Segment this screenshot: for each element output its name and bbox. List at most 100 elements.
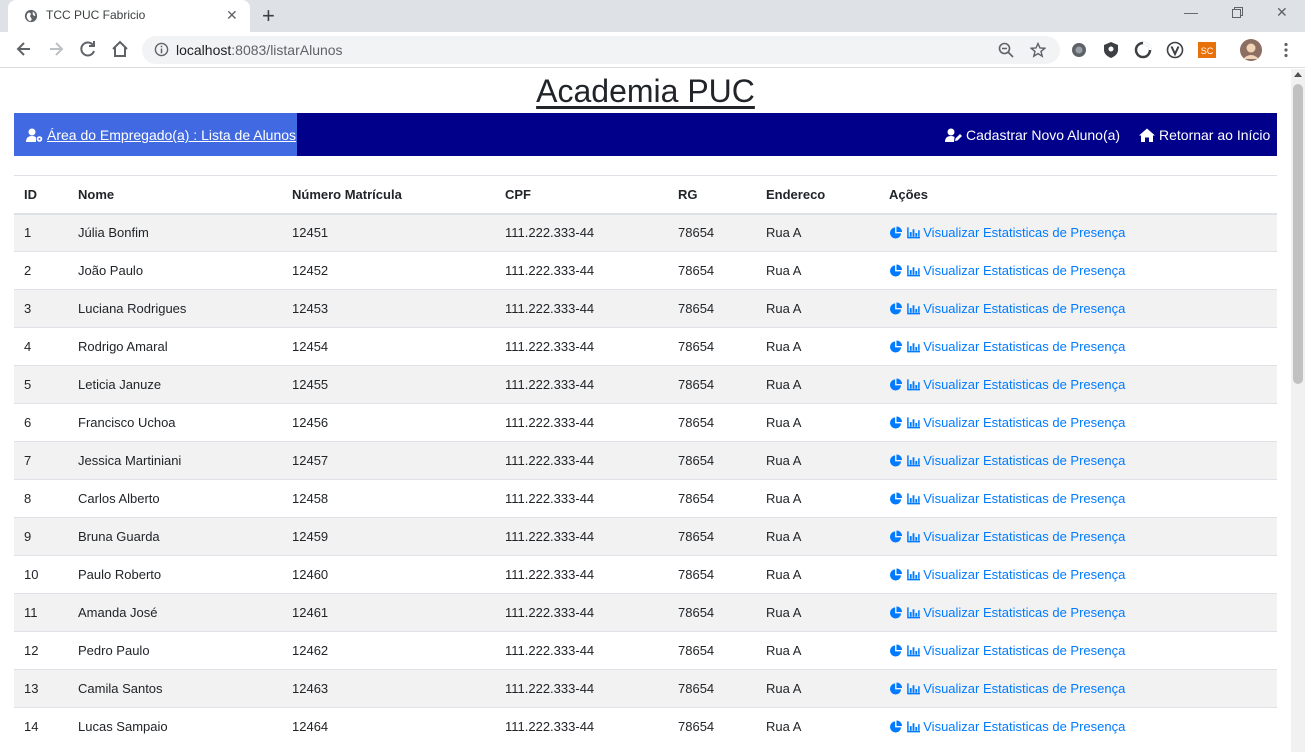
view-attendance-stats-link[interactable]: Visualizar Estatisticas de Presença: [889, 415, 1125, 430]
cell-rg: 78654: [668, 441, 756, 480]
cell-address: Rua A: [756, 593, 879, 632]
return-home-link[interactable]: Retornar ao Início: [1139, 127, 1270, 143]
view-attendance-stats-link[interactable]: Visualizar Estatisticas de Presença: [889, 681, 1125, 696]
employee-area-link[interactable]: Área do Empregado(a) : Lista de Alunos: [26, 127, 296, 143]
view-attendance-stats-link[interactable]: Visualizar Estatisticas de Presença: [889, 263, 1125, 278]
cell-address: Rua A: [756, 555, 879, 594]
cell-id: 9: [14, 517, 68, 556]
pie-chart-icon: [889, 530, 903, 543]
bar-chart-icon: [906, 645, 920, 657]
cell-cpf: 111.222.333-44: [495, 251, 668, 290]
bar-chart-icon: [906, 607, 920, 619]
main-navbar: Área do Empregado(a) : Lista de Alunos C…: [14, 113, 1277, 156]
cell-id: 13: [14, 669, 68, 708]
minimize-icon[interactable]: —: [1184, 4, 1198, 20]
scrollbar-thumb[interactable]: [1293, 84, 1303, 384]
cell-actions: Visualizar Estatisticas de Presença: [879, 479, 1277, 518]
view-attendance-stats-label: Visualizar Estatisticas de Presença: [923, 567, 1126, 582]
cell-actions: Visualizar Estatisticas de Presença: [879, 631, 1277, 670]
menu-dots-icon[interactable]: [1277, 41, 1295, 59]
restore-icon[interactable]: [1232, 7, 1243, 18]
cell-rg: 78654: [668, 289, 756, 328]
cell-name: Paulo Roberto: [68, 555, 282, 594]
cell-id: 1: [14, 213, 68, 252]
cell-registration: 12458: [282, 479, 495, 518]
cell-cpf: 111.222.333-44: [495, 289, 668, 328]
cell-actions: Visualizar Estatisticas de Presença: [879, 289, 1277, 328]
table-row: 12 Pedro Paulo 12462 111.222.333-44 78654 Rua…: [14, 631, 1277, 670]
view-attendance-stats-label: Visualizar Estatisticas de Presença: [923, 719, 1126, 735]
cell-id: 11: [14, 593, 68, 632]
zoom-out-icon[interactable]: [998, 42, 1014, 58]
page-scrollbar[interactable]: [1291, 69, 1305, 752]
view-attendance-stats-label: Visualizar Estatisticas de Presença: [923, 415, 1126, 430]
cell-name: João Paulo: [68, 251, 282, 290]
cell-name: Francisco Uchoa: [68, 403, 282, 442]
new-tab-icon[interactable]: +: [262, 3, 275, 29]
view-attendance-stats-label: Visualizar Estatisticas de Presença: [923, 225, 1126, 241]
forward-arrow-icon[interactable]: [46, 39, 66, 59]
view-attendance-stats-label: Visualizar Estatisticas de Presença: [923, 453, 1126, 468]
view-attendance-stats-link[interactable]: Visualizar Estatisticas de Presença: [889, 529, 1125, 544]
extension-circle-icon[interactable]: [1070, 41, 1088, 59]
cell-rg: 78654: [668, 213, 756, 252]
cell-name: Júlia Bonfim: [68, 213, 282, 252]
pie-chart-icon: [889, 682, 903, 695]
bar-chart-icon: [906, 455, 920, 467]
user-cog-icon: [26, 128, 43, 142]
view-attendance-stats-link[interactable]: Visualizar Estatisticas de Presença: [889, 301, 1125, 316]
view-attendance-stats-link[interactable]: Visualizar Estatisticas de Presença: [889, 453, 1125, 468]
bookmark-star-icon[interactable]: [1030, 42, 1046, 58]
view-attendance-stats-link[interactable]: Visualizar Estatisticas de Presença: [889, 339, 1125, 354]
cell-id: 2: [14, 251, 68, 290]
cell-name: Leticia Januze: [68, 365, 282, 404]
pie-chart-icon: [889, 226, 903, 239]
address-bar[interactable]: localhost:8083/listarAlunos: [142, 36, 1060, 64]
view-attendance-stats-link[interactable]: Visualizar Estatisticas de Presença: [889, 719, 1125, 734]
view-attendance-stats-link[interactable]: Visualizar Estatisticas de Presença: [889, 377, 1125, 392]
reload-icon[interactable]: [78, 39, 98, 59]
view-attendance-stats-link[interactable]: Visualizar Estatisticas de Presença: [889, 643, 1125, 658]
view-attendance-stats-link[interactable]: Visualizar Estatisticas de Presença: [889, 567, 1125, 582]
extension-v-icon[interactable]: [1166, 41, 1184, 59]
close-tab-icon[interactable]: ✕: [226, 7, 238, 24]
back-arrow-icon[interactable]: [14, 39, 34, 59]
view-attendance-stats-link[interactable]: Visualizar Estatisticas de Presença: [889, 491, 1125, 506]
view-attendance-stats-label: Visualizar Estatisticas de Presença: [923, 529, 1126, 544]
cell-registration: 12452: [282, 251, 495, 290]
cell-registration: 12461: [282, 593, 495, 632]
register-student-link[interactable]: Cadastrar Novo Aluno(a): [945, 127, 1120, 143]
extension-sc-icon[interactable]: SC: [1198, 41, 1216, 59]
table-row: 8 Carlos Alberto 12458 111.222.333-44 78654 R…: [14, 479, 1277, 518]
cell-address: Rua A: [756, 441, 879, 480]
close-window-icon[interactable]: ✕: [1276, 4, 1288, 21]
cell-actions: Visualizar Estatisticas de Presença: [879, 593, 1277, 632]
scroll-up-arrow-icon[interactable]: [1294, 72, 1302, 77]
cell-name: Jessica Martiniani: [68, 441, 282, 480]
svg-text:SC: SC: [1201, 46, 1214, 56]
home-icon[interactable]: [110, 39, 130, 59]
view-attendance-stats-label: Visualizar Estatisticas de Presença: [923, 491, 1126, 506]
user-edit-icon: [945, 128, 962, 142]
pie-chart-icon: [889, 264, 903, 277]
page-title: Academia PUC: [536, 73, 755, 109]
cell-registration: 12451: [282, 213, 495, 252]
cell-cpf: 111.222.333-44: [495, 403, 668, 442]
extension-shield-icon[interactable]: [1102, 41, 1120, 59]
cell-rg: 78654: [668, 593, 756, 632]
cell-rg: 78654: [668, 327, 756, 366]
view-attendance-stats-link[interactable]: Visualizar Estatisticas de Presença: [889, 605, 1125, 620]
extension-swirl-icon[interactable]: [1134, 41, 1152, 59]
profile-avatar[interactable]: [1240, 39, 1262, 61]
cell-registration: 12453: [282, 289, 495, 328]
bar-chart-icon: [906, 721, 920, 733]
info-icon[interactable]: [154, 42, 169, 57]
col-header-cpf: CPF: [495, 175, 668, 215]
url-text: localhost:8083/listarAlunos: [176, 42, 343, 58]
cell-address: Rua A: [756, 631, 879, 670]
browser-tab[interactable]: TCC PUC Fabricio ✕: [8, 0, 250, 32]
view-attendance-stats-link[interactable]: Visualizar Estatisticas de Presença: [889, 225, 1125, 240]
cell-registration: 12455: [282, 365, 495, 404]
bar-chart-icon: [906, 417, 920, 429]
table-row: 10 Paulo Roberto 12460 111.222.333-44 78654 R…: [14, 555, 1277, 594]
